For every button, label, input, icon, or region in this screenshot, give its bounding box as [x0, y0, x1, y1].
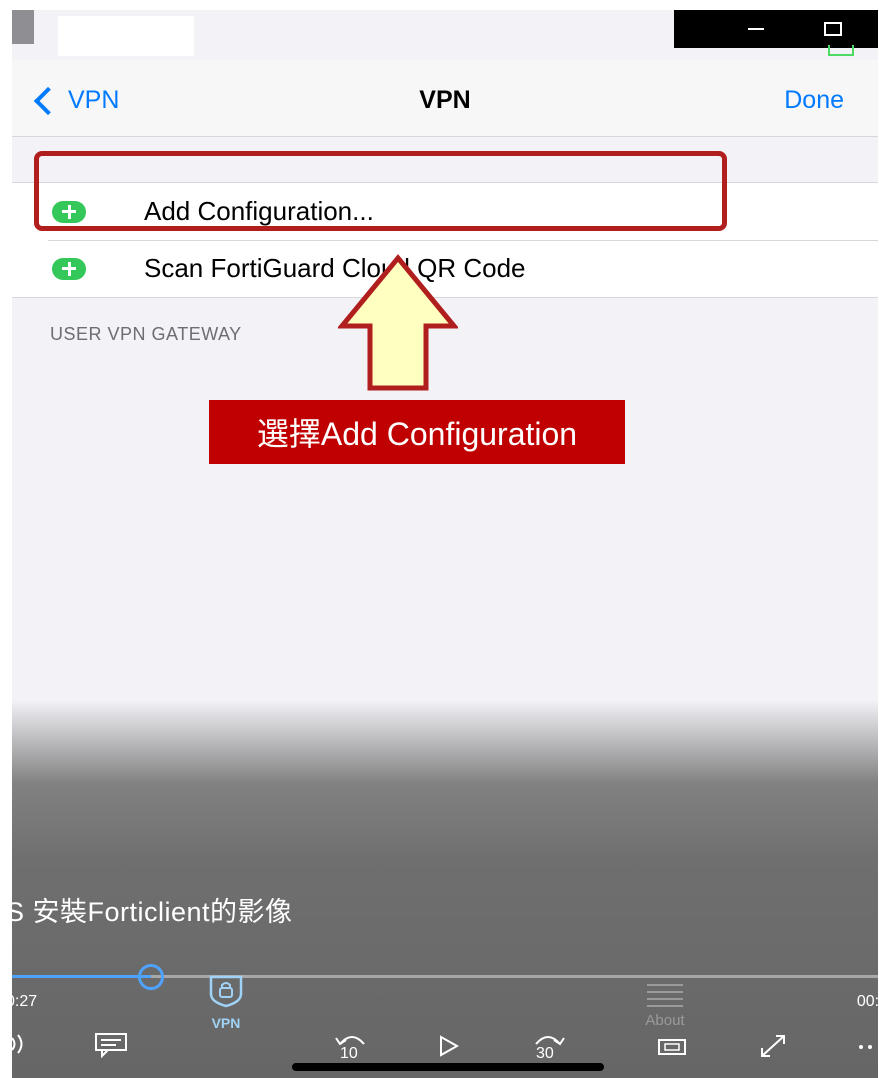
volume-icon[interactable] — [12, 1032, 36, 1056]
plus-circle-icon — [52, 200, 86, 223]
minimize-icon[interactable] — [748, 28, 764, 30]
video-overlay-gradient — [12, 700, 878, 1078]
maximize-icon[interactable] — [824, 22, 842, 36]
fullscreen-icon[interactable] — [758, 1032, 788, 1060]
tab-vpn[interactable]: VPN — [200, 974, 252, 1031]
play-icon[interactable] — [438, 1034, 460, 1058]
vpn-shield-icon — [209, 975, 243, 1008]
list-item-label: Scan FortiGuard Cloud QR Code — [144, 253, 526, 283]
instruction-callout: 選擇Add Configuration — [209, 400, 625, 464]
video-caption: S 安裝Forticlient的影像 — [12, 897, 293, 927]
forward-30-button[interactable]: 30 — [526, 1028, 570, 1068]
battery-icon — [828, 45, 854, 56]
list-item-label: Add Configuration... — [144, 196, 374, 226]
cast-icon[interactable] — [657, 1038, 687, 1056]
progress-thumb[interactable] — [137, 964, 164, 990]
home-indicator — [292, 1063, 604, 1071]
done-button[interactable]: Done — [784, 86, 844, 115]
page-title: VPN — [419, 86, 471, 114]
list-lines-icon — [647, 984, 683, 1007]
chevron-left-icon — [33, 86, 63, 115]
phone-screen: VPN VPN Done Add Configuration... Scan F… — [12, 10, 878, 1078]
back-button[interactable]: VPN — [32, 86, 119, 115]
progress-fill — [12, 975, 151, 978]
subtitles-icon[interactable] — [94, 1032, 128, 1058]
rewind-seconds-label: 10 — [340, 1045, 358, 1062]
forward-seconds-label: 30 — [536, 1045, 554, 1062]
tab-about[interactable]: About — [630, 979, 700, 1029]
status-bar-mask — [58, 16, 194, 56]
time-total: 00:0 — [856, 993, 878, 1010]
add-configuration-row[interactable]: Add Configuration... — [12, 183, 878, 240]
window-controls — [674, 10, 878, 56]
tab-about-label: About — [645, 1012, 685, 1029]
more-options-icon[interactable] — [858, 1044, 874, 1050]
window-edge-marker — [12, 10, 34, 44]
back-button-label: VPN — [68, 86, 120, 114]
up-arrow-annotation — [338, 254, 458, 391]
plus-circle-icon — [52, 257, 86, 280]
tab-vpn-label: VPN — [211, 1015, 241, 1031]
navigation-bar: VPN VPN Done — [12, 60, 878, 137]
time-elapsed: 0:27 — [12, 993, 38, 1010]
section-header: USER VPN GATEWAY — [50, 324, 242, 344]
rewind-10-button[interactable]: 10 — [330, 1028, 374, 1068]
